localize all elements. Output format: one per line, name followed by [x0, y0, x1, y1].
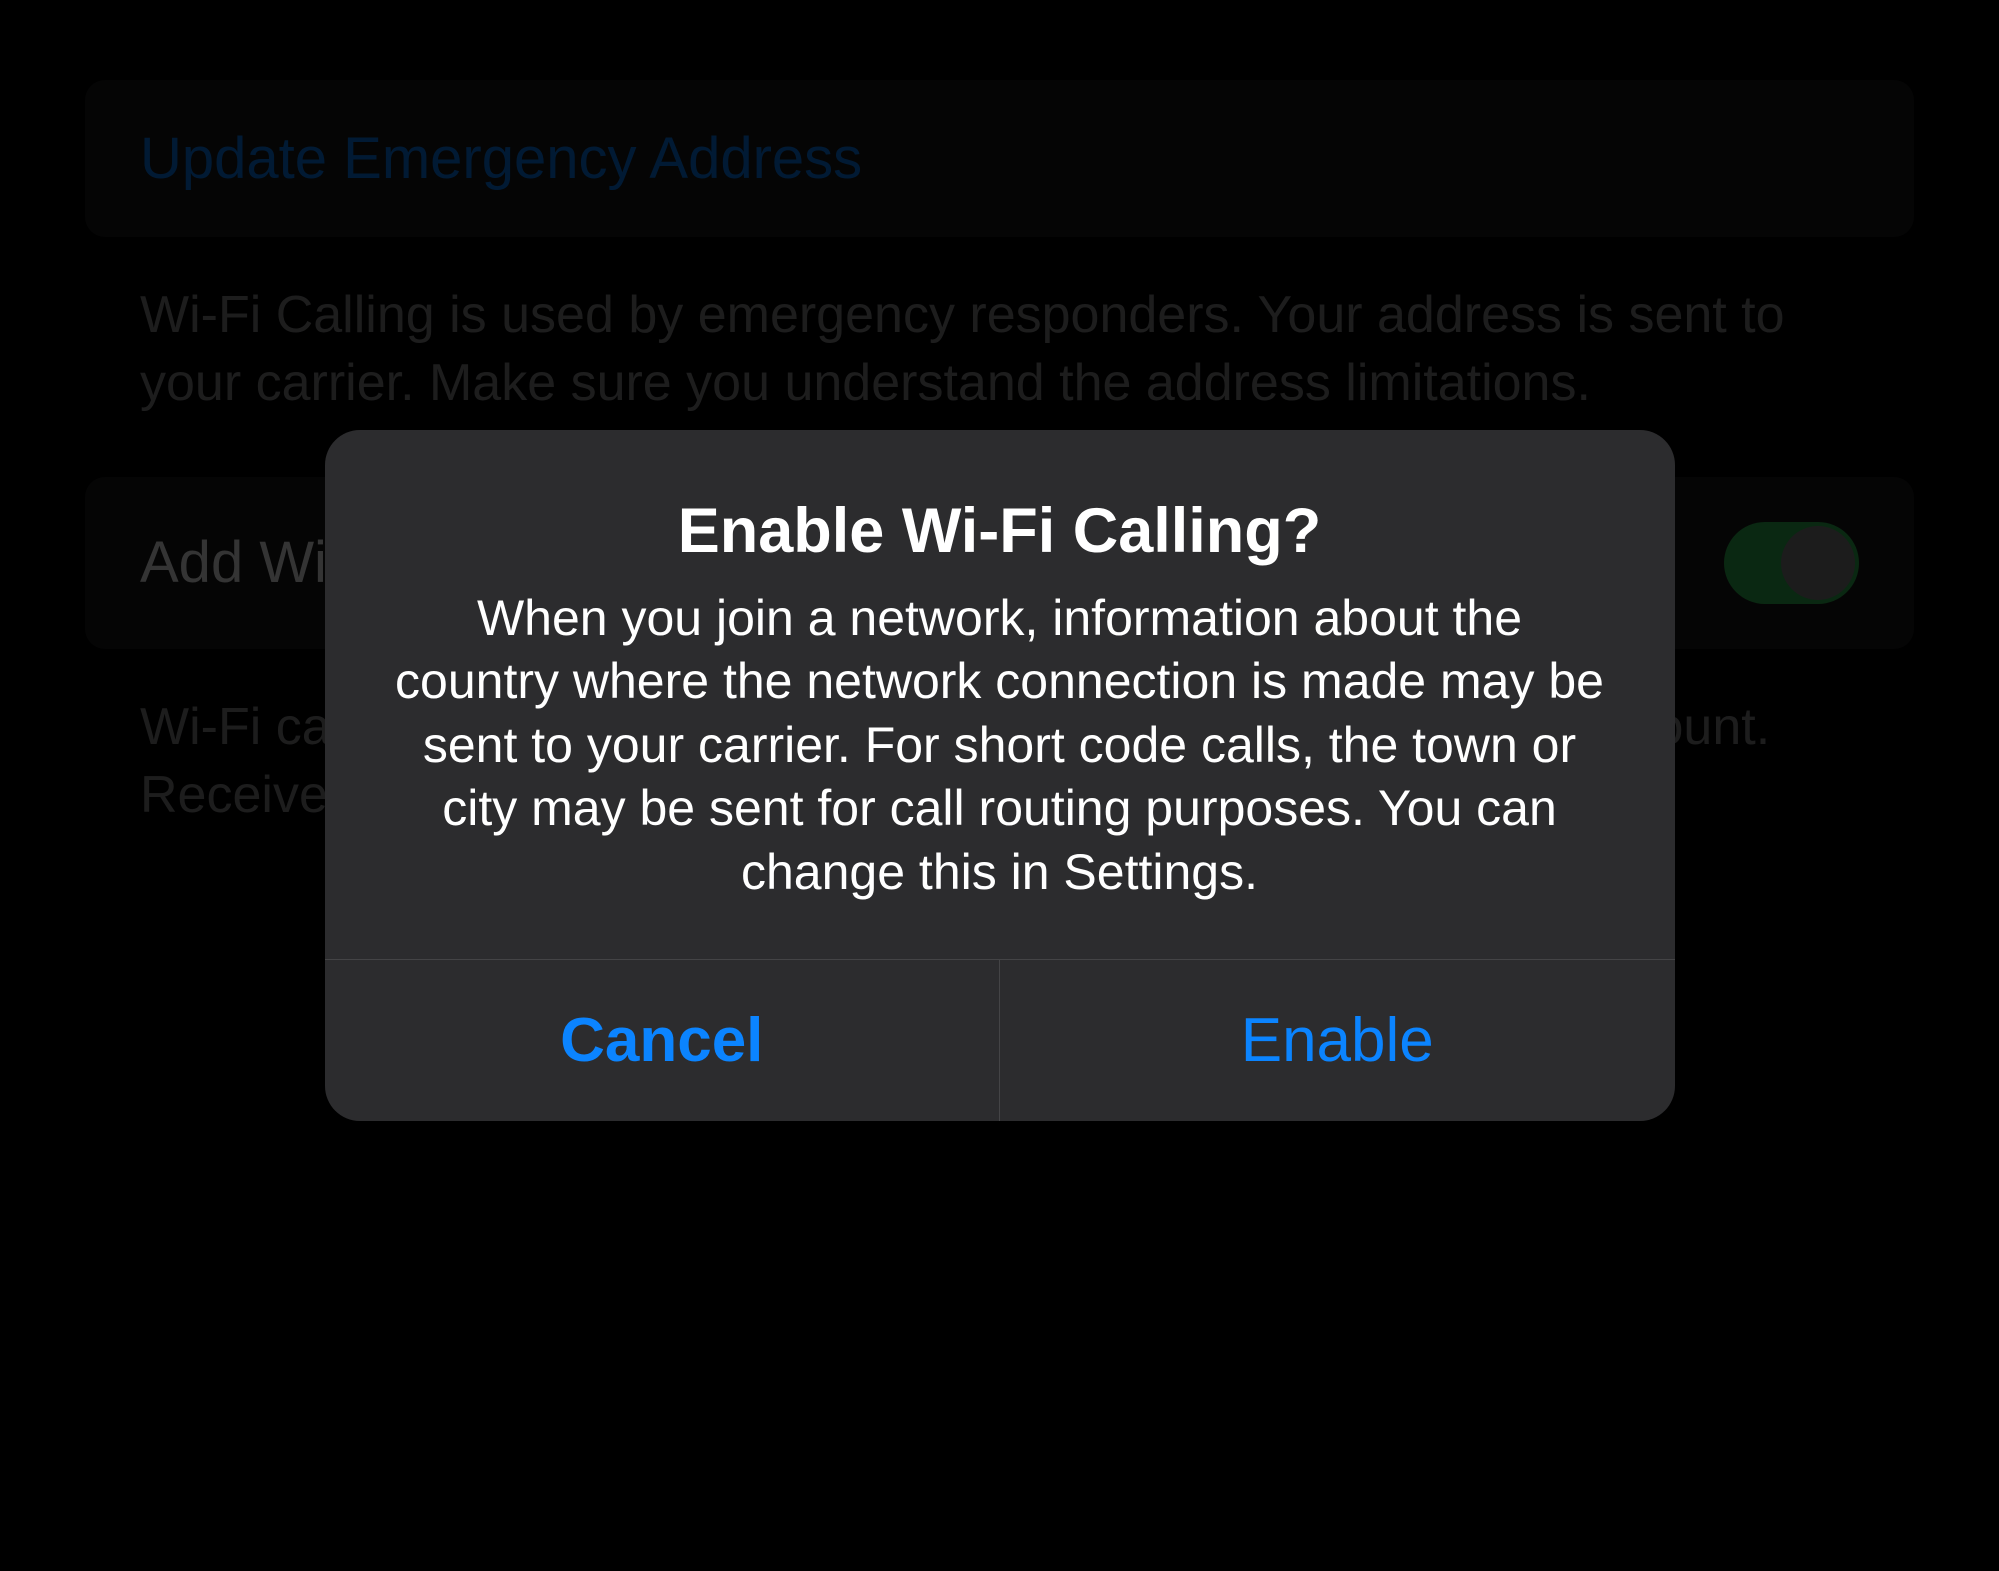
- enable-button[interactable]: Enable: [1000, 960, 1675, 1121]
- enable-wifi-calling-dialog: Enable Wi-Fi Calling? When you join a ne…: [325, 430, 1675, 1122]
- dialog-content: Enable Wi-Fi Calling? When you join a ne…: [325, 430, 1675, 960]
- dialog-body: When you join a network, information abo…: [380, 587, 1620, 905]
- cancel-button[interactable]: Cancel: [325, 960, 1001, 1121]
- dialog-buttons: Cancel Enable: [325, 959, 1675, 1121]
- dialog-title: Enable Wi-Fi Calling?: [380, 495, 1620, 567]
- modal-overlay: Enable Wi-Fi Calling? When you join a ne…: [0, 0, 1999, 1571]
